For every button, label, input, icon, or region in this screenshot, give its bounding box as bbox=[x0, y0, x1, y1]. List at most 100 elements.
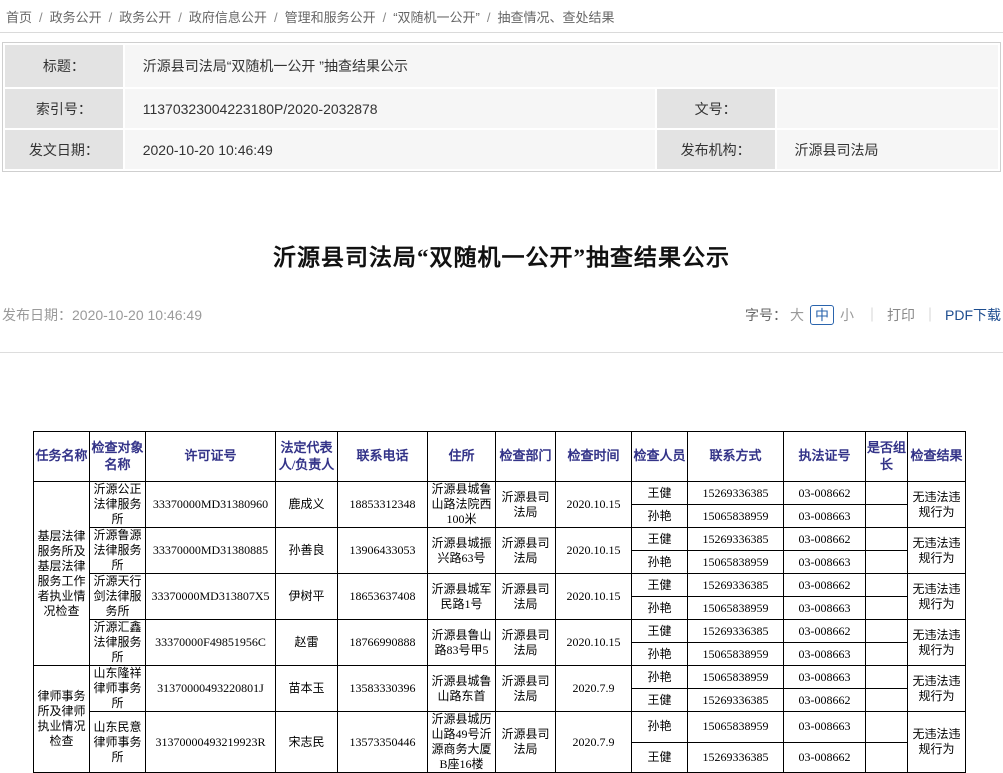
cell-date: 2020.7.9 bbox=[556, 666, 632, 712]
breadcrumb-link[interactable]: 政务公开 bbox=[119, 10, 171, 25]
meta-title-label: 标题： bbox=[5, 45, 123, 87]
page-title: 沂源县司法局“双随机一公开”抽查结果公示 bbox=[0, 238, 1003, 272]
cell-dept: 沂源县司法局 bbox=[496, 482, 556, 528]
breadcrumb-link[interactable]: 首页 bbox=[6, 10, 32, 25]
col-phone: 联系电话 bbox=[338, 432, 428, 482]
cell-inspector-name: 王健 bbox=[632, 528, 688, 551]
table-row: 沂源汇鑫法律服务所 33370000F49851956C 赵雷 18766990… bbox=[34, 620, 966, 643]
col-dept: 检查部门 bbox=[496, 432, 556, 482]
article-meta-bar: 发布日期：2020-10-20 10:46:49 字号：大中小｜打印｜PDF下载 bbox=[2, 304, 1001, 326]
cell-result: 无违法违规行为 bbox=[908, 528, 966, 574]
meta-agency-value: 沂源县司法局 bbox=[777, 130, 998, 169]
breadcrumb-link[interactable]: 抽查情况、查处结果 bbox=[498, 10, 615, 25]
cell-inspector-contact: 15269336385 bbox=[688, 689, 784, 712]
meta-row-index: 索引号： 11370323004223180P/2020-2032878 文号： bbox=[5, 89, 998, 128]
breadcrumb-link[interactable]: 管理和服务公开 bbox=[285, 10, 376, 25]
col-cert: 执法证号 bbox=[784, 432, 866, 482]
cell-inspector-cert: 03-008662 bbox=[784, 620, 866, 643]
breadcrumb: 首页/政务公开/政务公开/政府信息公开/管理和服务公开/“双随机一公开”/抽查情… bbox=[0, 0, 1003, 33]
cell-license: 33370000MD31380960 bbox=[146, 482, 276, 528]
cell-inspector-cert: 03-008663 bbox=[784, 712, 866, 743]
breadcrumb-separator: / bbox=[178, 10, 182, 25]
cell-phone: 18766990888 bbox=[338, 620, 428, 666]
table-row: 基层法律服务所及基层法律服务工作者执业情况检查 沂源公正法律服务所 333700… bbox=[34, 482, 966, 505]
meta-docno-label: 文号： bbox=[657, 89, 775, 128]
pdf-download-link[interactable]: PDF下载 bbox=[945, 307, 1001, 323]
cell-license: 31370000493219923R bbox=[146, 712, 276, 773]
cell-inspector-contact: 15269336385 bbox=[688, 482, 784, 505]
cell-phone: 13906433053 bbox=[338, 528, 428, 574]
cell-inspector-cert: 03-008662 bbox=[784, 482, 866, 505]
cell-leader bbox=[866, 574, 908, 597]
cell-address: 沂源县城军民路1号 bbox=[428, 574, 496, 620]
cell-org: 山东民意律师事务所 bbox=[90, 712, 146, 773]
cell-license: 33370000F49851956C bbox=[146, 620, 276, 666]
cell-inspector-name: 王健 bbox=[632, 574, 688, 597]
cell-leader bbox=[866, 742, 908, 773]
cell-org: 沂源鲁源法律服务所 bbox=[90, 528, 146, 574]
cell-inspector-name: 王健 bbox=[632, 742, 688, 773]
font-size-large-button[interactable]: 大 bbox=[790, 307, 804, 323]
cell-result: 无违法违规行为 bbox=[908, 482, 966, 528]
cell-org: 沂源天行剑法律服务所 bbox=[90, 574, 146, 620]
cell-leader bbox=[866, 505, 908, 528]
col-address: 住所 bbox=[428, 432, 496, 482]
cell-date: 2020.10.15 bbox=[556, 620, 632, 666]
meta-issuedate-value: 2020-10-20 10:46:49 bbox=[125, 130, 655, 169]
cell-inspector-cert: 03-008662 bbox=[784, 528, 866, 551]
breadcrumb-link[interactable]: “双随机一公开” bbox=[393, 10, 480, 25]
breadcrumb-link[interactable]: 政务公开 bbox=[50, 10, 102, 25]
cell-inspector-name: 孙艳 bbox=[632, 712, 688, 743]
cell-dept: 沂源县司法局 bbox=[496, 528, 556, 574]
cell-inspector-contact: 15269336385 bbox=[688, 528, 784, 551]
document-meta-table: 标题： 沂源县司法局“双随机一公开 ”抽查结果公示 索引号： 113703230… bbox=[2, 42, 1001, 172]
cell-leader bbox=[866, 597, 908, 620]
meta-row-title: 标题： 沂源县司法局“双随机一公开 ”抽查结果公示 bbox=[5, 45, 998, 87]
col-result: 检查结果 bbox=[908, 432, 966, 482]
breadcrumb-link[interactable]: 政府信息公开 bbox=[189, 10, 267, 25]
print-button[interactable]: 打印 bbox=[887, 307, 915, 323]
cell-inspector-contact: 15065838959 bbox=[688, 666, 784, 689]
cell-leader bbox=[866, 482, 908, 505]
divider-bar: ｜ bbox=[865, 307, 879, 323]
cell-inspector-name: 王健 bbox=[632, 689, 688, 712]
cell-inspector-cert: 03-008663 bbox=[784, 643, 866, 666]
cell-leader bbox=[866, 643, 908, 666]
cell-org: 沂源公正法律服务所 bbox=[90, 482, 146, 528]
inspection-table: 任务名称 检查对象名称 许可证号 法定代表人/负责人 联系电话 住所 检查部门 … bbox=[33, 431, 966, 773]
cell-inspector-name: 王健 bbox=[632, 482, 688, 505]
col-rep: 法定代表人/负责人 bbox=[276, 432, 338, 482]
font-size-small-button[interactable]: 小 bbox=[840, 307, 854, 323]
content-divider bbox=[0, 352, 1003, 353]
meta-title-value: 沂源县司法局“双随机一公开 ”抽查结果公示 bbox=[125, 45, 998, 87]
table-row: 沂源鲁源法律服务所 33370000MD31380885 孙善良 1390643… bbox=[34, 528, 966, 551]
col-contact: 联系方式 bbox=[688, 432, 784, 482]
cell-inspector-name: 王健 bbox=[632, 620, 688, 643]
divider-bar: ｜ bbox=[923, 307, 937, 323]
col-org: 检查对象名称 bbox=[90, 432, 146, 482]
cell-inspector-contact: 15065838959 bbox=[688, 712, 784, 743]
meta-row-date: 发文日期： 2020-10-20 10:46:49 发布机构： 沂源县司法局 bbox=[5, 130, 998, 169]
cell-inspector-cert: 03-008662 bbox=[784, 742, 866, 773]
cell-date: 2020.10.15 bbox=[556, 482, 632, 528]
font-size-medium-button[interactable]: 中 bbox=[810, 305, 834, 325]
cell-task: 律师事务所及律师执业情况检查 bbox=[34, 666, 90, 773]
cell-result: 无违法违规行为 bbox=[908, 620, 966, 666]
col-inspector: 检查人员 bbox=[632, 432, 688, 482]
meta-issuedate-label: 发文日期： bbox=[5, 130, 123, 169]
cell-inspector-contact: 15269336385 bbox=[688, 620, 784, 643]
cell-rep: 苗本玉 bbox=[276, 666, 338, 712]
col-date: 检查时间 bbox=[556, 432, 632, 482]
col-leader: 是否组长 bbox=[866, 432, 908, 482]
meta-index-value: 11370323004223180P/2020-2032878 bbox=[125, 89, 655, 128]
cell-inspector-contact: 15269336385 bbox=[688, 574, 784, 597]
breadcrumb-separator: / bbox=[383, 10, 387, 25]
cell-leader bbox=[866, 551, 908, 574]
table-row: 山东民意律师事务所 31370000493219923R 宋志民 1357335… bbox=[34, 712, 966, 743]
cell-rep: 赵雷 bbox=[276, 620, 338, 666]
cell-leader bbox=[866, 666, 908, 689]
cell-inspector-name: 孙艳 bbox=[632, 643, 688, 666]
cell-result: 无违法违规行为 bbox=[908, 574, 966, 620]
cell-inspector-contact: 15065838959 bbox=[688, 505, 784, 528]
breadcrumb-separator: / bbox=[274, 10, 278, 25]
